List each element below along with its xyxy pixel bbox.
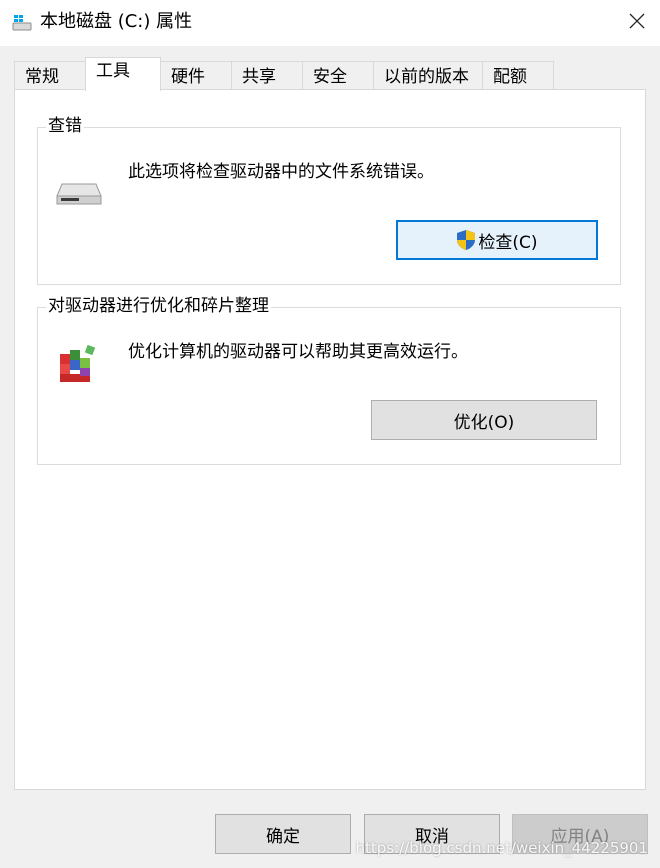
close-icon <box>629 13 645 34</box>
optimize-title: 对驱动器进行优化和碎片整理 <box>46 296 271 316</box>
title-bar: 本地磁盘 (C:) 属性 <box>0 0 660 46</box>
optimize-description: 优化计算机的驱动器可以帮助其更高效运行。 <box>128 342 468 362</box>
error-checking-description: 此选项将检查驱动器中的文件系统错误。 <box>128 162 434 182</box>
tab-general[interactable]: 常规 <box>14 61 86 90</box>
optimize-button-label: 优化(O) <box>453 412 515 433</box>
watermark-text: https://blog.csdn.net/weixin_44225901 <box>355 839 648 857</box>
windows-drive-icon <box>12 14 32 32</box>
ok-button-label: 确定 <box>266 826 300 847</box>
optimize-group: 对驱动器进行优化和碎片整理 优化计算机的驱动器可以帮助其更高效运行。 优化(O) <box>37 296 621 465</box>
tab-tools[interactable]: 工具 <box>85 57 161 91</box>
window-title: 本地磁盘 (C:) 属性 <box>40 11 193 32</box>
hard-drive-icon <box>56 180 102 211</box>
tab-previous-versions[interactable]: 以前的版本 <box>373 61 483 90</box>
optimize-button[interactable]: 优化(O) <box>371 400 597 440</box>
check-button[interactable]: 检查(C) <box>396 220 598 260</box>
properties-window: 本地磁盘 (C:) 属性 常规 工具 硬件 共享 安全 以前的版本 配额 查错 <box>0 0 660 868</box>
tab-quota[interactable]: 配额 <box>482 61 554 90</box>
tab-hardware[interactable]: 硬件 <box>160 61 232 90</box>
check-button-label: 检查(C) <box>478 232 538 253</box>
close-button[interactable] <box>614 0 660 46</box>
error-checking-title: 查错 <box>46 116 84 136</box>
tools-panel: 查错 此选项将检查驱动器中的文件系统错误。 检查(C) 对驱动器进行优化和碎片整… <box>14 89 646 790</box>
tab-sharing[interactable]: 共享 <box>231 61 303 90</box>
tab-security[interactable]: 安全 <box>302 61 374 90</box>
error-checking-group: 查错 此选项将检查驱动器中的文件系统错误。 检查(C) <box>37 116 621 285</box>
tab-strip: 常规 工具 硬件 共享 安全 以前的版本 配额 <box>14 57 654 91</box>
defrag-icon <box>56 344 100 391</box>
ok-button[interactable]: 确定 <box>215 814 351 854</box>
uac-shield-icon <box>456 229 476 251</box>
